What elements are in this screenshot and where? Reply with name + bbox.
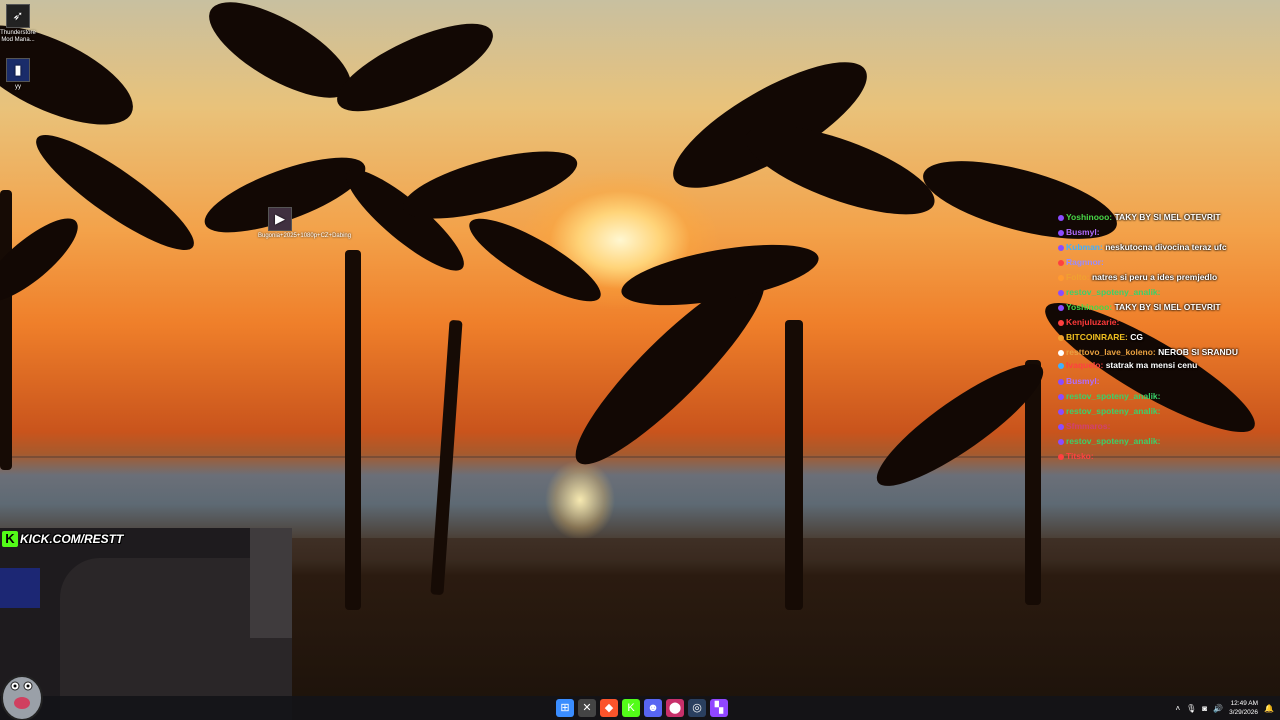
desktop-icon-yy[interactable]: ▮ yy <box>0 58 40 91</box>
chat-text: neskutocna divocina teraz ufc <box>1105 242 1227 252</box>
kick-logo-icon: K <box>2 531 18 547</box>
chat-badge-icon <box>1058 408 1064 415</box>
chat-badge-icon <box>1058 214 1064 221</box>
chat-username: Folto: <box>1066 272 1090 282</box>
chat-badge-icon <box>1058 349 1064 356</box>
chat-username: Yoshinooo: <box>1066 302 1113 312</box>
notification-bell-icon[interactable]: 🔔 <box>1264 704 1274 713</box>
chat-username: restov_spoteny_analik: <box>1066 391 1161 401</box>
chat-badge-icon <box>1058 362 1064 369</box>
chat-username: Kubman: <box>1066 242 1103 252</box>
chat-message: Kenjuluzarie: <box>1058 315 1268 330</box>
chat-message: Titsko: <box>1058 449 1268 464</box>
chat-username: Sfmmaros: <box>1066 421 1111 431</box>
microphone-icon[interactable]: 🎙 <box>1186 704 1196 713</box>
chat-text: CG <box>1130 332 1143 342</box>
chat-badge-icon <box>1058 393 1064 400</box>
taskbar-apps: ⊞ ✕ ◆ K ☻ ⬤ ◎ ▚ <box>556 699 728 717</box>
twitch-icon[interactable]: ▚ <box>710 699 728 717</box>
palm-tree-left <box>0 5 210 470</box>
steam-icon[interactable]: ◎ <box>688 699 706 717</box>
chat-badge-icon <box>1058 453 1064 460</box>
chat-badge-icon <box>1058 289 1064 296</box>
clock[interactable]: 12:49 AM 3/29/2026 <box>1229 699 1258 717</box>
chat-username: restov_spoteny_analik: <box>1066 436 1161 446</box>
clock-time: 12:49 AM <box>1230 700 1259 707</box>
video-file-icon: ▶ <box>268 207 292 231</box>
chat-message: Busmyl: <box>1058 225 1268 240</box>
chat-message: restov_spoteny_analik: <box>1058 404 1268 419</box>
chat-message: Kubman: neskutocna divocina teraz ufc <box>1058 240 1268 255</box>
chat-username: Ragnnor: <box>1066 257 1104 267</box>
network-icon[interactable]: ◙ <box>1202 704 1207 713</box>
tray-overflow-chevron-icon[interactable]: ˄ <box>1175 704 1180 713</box>
chat-message: BITCOINRARE: CG <box>1058 330 1268 345</box>
chat-username: Titsko: <box>1066 451 1094 461</box>
chat-message: restov_spoteny_analik: <box>1058 434 1268 449</box>
chat-badge-icon <box>1058 438 1064 445</box>
chat-message: resttovo_lave_koleno: NEROB SI SRANDU <box>1058 345 1268 360</box>
chat-badge-icon <box>1058 259 1064 266</box>
kick-url: KICK.COM/RESTT <box>20 532 124 546</box>
brave-browser-icon[interactable]: ◆ <box>600 699 618 717</box>
stream-chat-overlay: Yoshinooo: TAKY BY SI MEL OTEVRIT Busmyl:… <box>1058 210 1268 464</box>
start-icon[interactable]: ⊞ <box>556 699 574 717</box>
chat-badge-icon <box>1058 229 1064 236</box>
chat-message: Ivaquelo: statrak ma mensi cenu <box>1058 360 1268 371</box>
chat-username: restov_spoteny_analik: <box>1066 287 1161 297</box>
chat-badge-icon <box>1058 244 1064 251</box>
desktop-icon-thunderstore[interactable]: ➶ Thunderstore Mod Mana... <box>0 4 40 44</box>
mascot-emote-icon <box>1 675 43 720</box>
chat-username: Busmyl: <box>1066 227 1100 237</box>
desktop-icon-bugonia[interactable]: ▶ Bugonia+2025+1080p+CZ+Dabing <box>258 207 352 240</box>
clock-date: 3/29/2026 <box>1229 709 1259 716</box>
chat-text: TAKY BY SI MEL OTEVRIT <box>1114 302 1221 312</box>
chat-text: NEROB SI SRANDU <box>1158 347 1238 357</box>
chat-username: resttovo_lave_koleno: <box>1066 347 1156 357</box>
chat-username: Busmyl: <box>1066 376 1100 386</box>
chat-badge-icon <box>1058 319 1064 326</box>
chat-message: Yoshinooo: TAKY BY SI MEL OTEVRIT <box>1058 300 1268 315</box>
desktop-icon-label: Thunderstore Mod Mana... <box>0 30 36 43</box>
chat-username: Kenjuluzarie: <box>1066 317 1120 327</box>
chat-badge-icon <box>1058 423 1064 430</box>
desktop-icon-label: Bugonia+2025+1080p+CZ+Dabing <box>258 233 352 239</box>
chat-badge-icon <box>1058 274 1064 281</box>
system-tray: ˄ 🎙 ◙ 🔊 12:49 AM 3/29/2026 🔔 <box>1175 696 1274 720</box>
thunderstore-icon: ➶ <box>6 4 30 28</box>
chat-text: TAKY BY SI MEL OTEVRIT <box>1114 212 1221 222</box>
chat-badge-icon <box>1058 304 1064 311</box>
chat-text: natres si peru a ides premjedlo <box>1091 272 1218 282</box>
chat-message: Ragnnor: <box>1058 255 1268 270</box>
chat-text: statrak ma mensi cenu <box>1105 360 1198 370</box>
taskbar: ⊞ ✕ ◆ K ☻ ⬤ ◎ ▚ ˄ 🎙 ◙ 🔊 12:49 AM 3/29/2026 🔔 <box>0 696 1280 720</box>
chat-message: restov_spoteny_analik: <box>1058 389 1268 404</box>
chat-message: Folto: natres si peru a ides premjedlo <box>1058 270 1268 285</box>
volume-icon[interactable]: 🔊 <box>1213 704 1223 713</box>
kick-app-icon[interactable]: K <box>622 699 640 717</box>
chat-badge-icon <box>1058 378 1064 385</box>
chat-message: Sfmmaros: <box>1058 419 1268 434</box>
chat-message: restov_spoteny_analik: <box>1058 285 1268 300</box>
chat-username: Yoshinooo: <box>1066 212 1113 222</box>
chat-message: Busmyl: <box>1058 374 1268 389</box>
chat-badge-icon <box>1058 334 1064 341</box>
chat-username: restov_spoteny_analik: <box>1066 406 1161 416</box>
discord-icon[interactable]: ☻ <box>644 699 662 717</box>
app-icon: ▮ <box>6 58 30 82</box>
maps-pin-icon[interactable]: ⬤ <box>666 699 684 717</box>
chat-username: Ivaquelo: <box>1066 360 1104 370</box>
chat-message: Yoshinooo: TAKY BY SI MEL OTEVRIT <box>1058 210 1268 225</box>
desktop-icon-label: yy <box>15 84 21 90</box>
kick-banner: K KICK.COM/RESTT <box>2 530 123 548</box>
chat-username: BITCOINRARE: <box>1066 332 1128 342</box>
file-explorer-icon[interactable]: ✕ <box>578 699 596 717</box>
